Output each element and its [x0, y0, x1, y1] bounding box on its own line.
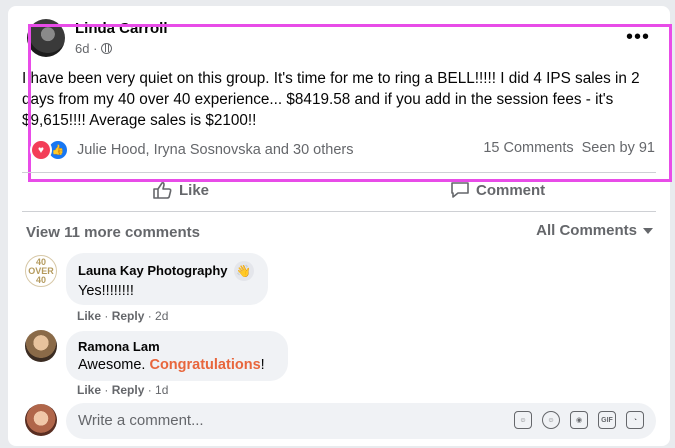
comment-button[interactable]: Comment	[450, 181, 545, 199]
comment-like-link[interactable]: Like	[77, 309, 101, 323]
comment-text-end: !	[260, 357, 265, 373]
comment-actions: Like · Reply · 2d	[77, 309, 169, 323]
comment-text: Awesome. Congratulations!	[78, 355, 276, 375]
commenter-name-row: Launa Kay Photography 👋	[78, 261, 256, 281]
comment-sort-label: All Comments	[536, 222, 637, 239]
author-avatar[interactable]	[27, 19, 65, 57]
divider	[22, 172, 656, 173]
post-text: I have been very quiet on this group. It…	[22, 70, 640, 129]
comment-label: Comment	[476, 181, 546, 199]
avatar-sticker-icon[interactable]: ☺	[514, 411, 532, 429]
comment-time[interactable]: 2d	[155, 309, 168, 323]
post-time[interactable]: 6d ·	[75, 41, 97, 56]
gif-icon[interactable]: GIF	[598, 411, 616, 429]
reaction-names[interactable]: Julie Hood, Iryna Sosnovska and 30 other…	[77, 142, 353, 158]
comment-text: Yes!!!!!!!!	[78, 283, 134, 299]
seen-by[interactable]: Seen by 91	[582, 140, 655, 156]
post-meta: 6d ·	[75, 41, 113, 56]
comments-count[interactable]: 15 Comments	[483, 140, 573, 156]
love-reaction-icon: ♥	[30, 139, 52, 161]
divider	[22, 211, 656, 212]
caret-down-icon	[643, 227, 653, 234]
comment-reply-link[interactable]: Reply	[112, 309, 145, 323]
comment-text-start: Awesome.	[78, 357, 150, 373]
comment-reply-link[interactable]: Reply	[112, 383, 145, 397]
commenter-avatar[interactable]: 40 OVER 40	[25, 255, 57, 287]
comment-bubble: Ramona Lam Awesome. Congratulations!	[66, 331, 288, 381]
avatar-logo-text: 40 OVER 40	[28, 256, 54, 285]
comment-input[interactable]: Write a comment... ☺ ☺ ◉ GIF ◔	[66, 403, 656, 439]
view-more-comments[interactable]: View 11 more comments	[26, 224, 200, 241]
commenter-avatar[interactable]	[25, 330, 57, 362]
commenter-name[interactable]: Ramona Lam	[78, 339, 276, 355]
comment-time[interactable]: 1d	[155, 383, 168, 397]
like-button[interactable]: Like	[153, 181, 209, 199]
reactions-summary[interactable]: ♥ 👍 Julie Hood, Iryna Sosnovska and 30 o…	[30, 139, 353, 161]
comment-icon	[451, 182, 469, 198]
comment-bubble: Launa Kay Photography 👋 Yes!!!!!!!!	[66, 253, 268, 305]
commenter-name[interactable]: Launa Kay Photography	[78, 263, 228, 279]
emoji-icon[interactable]: ☺	[542, 411, 560, 429]
post-author[interactable]: Linda Carroll	[75, 21, 168, 35]
comment-like-link[interactable]: Like	[77, 383, 101, 397]
more-icon[interactable]: •••	[626, 26, 650, 49]
congratulations-highlight: Congratulations	[149, 357, 261, 373]
current-user-avatar[interactable]	[25, 404, 57, 436]
globe-icon	[101, 43, 113, 54]
post-stats: 15 Comments Seen by 91	[483, 140, 655, 156]
sticker-icon[interactable]: ◔	[626, 411, 644, 429]
like-label: Like	[179, 181, 210, 199]
wave-icon: 👋	[233, 261, 254, 281]
comment-placeholder: Write a comment...	[78, 412, 204, 429]
comment-sort-dropdown[interactable]: All Comments	[536, 222, 653, 239]
camera-icon[interactable]: ◉	[570, 411, 588, 429]
comment-actions: Like · Reply · 1d	[77, 383, 169, 397]
composer-icons: ☺ ☺ ◉ GIF ◔	[514, 411, 644, 429]
like-icon	[153, 181, 172, 199]
